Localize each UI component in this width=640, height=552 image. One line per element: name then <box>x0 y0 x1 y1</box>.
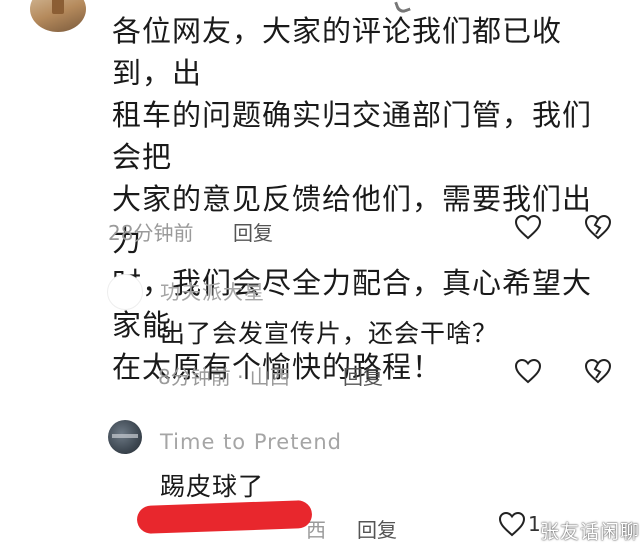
avatar-tower <box>52 0 64 14</box>
broken-heart-icon[interactable] <box>584 214 612 240</box>
reply-time: 8分钟前 · 山西 <box>158 365 290 389</box>
like-count-partial: 1 <box>528 512 541 536</box>
heart-icon[interactable] <box>498 511 526 537</box>
reply-username[interactable]: Time to Pretend <box>160 430 342 454</box>
heart-icon[interactable] <box>514 358 542 384</box>
reply-button[interactable]: 回复 <box>233 217 273 246</box>
reply-avatar[interactable] <box>107 274 143 310</box>
commenter-avatar[interactable] <box>30 0 86 32</box>
redaction-mark <box>136 499 313 535</box>
reply-button[interactable]: 回复 <box>357 514 397 543</box>
watermark: 张友话闲聊 <box>540 521 640 543</box>
broken-heart-icon[interactable] <box>584 358 612 384</box>
comment-line: 各位网友，大家的评论我们都已收到，出 <box>112 14 563 90</box>
heart-icon[interactable] <box>514 214 542 240</box>
reply-text: 出了会发宣传片，还会干啥？ <box>160 319 499 348</box>
reply-username[interactable]: 功夫派大星 <box>160 276 265 305</box>
comment-line: 租车的问题确实归交通部门管，我们会把 <box>112 98 593 174</box>
reply-button[interactable]: 回复 <box>343 361 383 390</box>
reply-text: 踢皮球了 <box>160 472 265 501</box>
avatar-caption-strip <box>112 434 138 438</box>
comment-time: 28分钟前 <box>108 221 194 245</box>
reply-avatar[interactable] <box>108 420 142 454</box>
